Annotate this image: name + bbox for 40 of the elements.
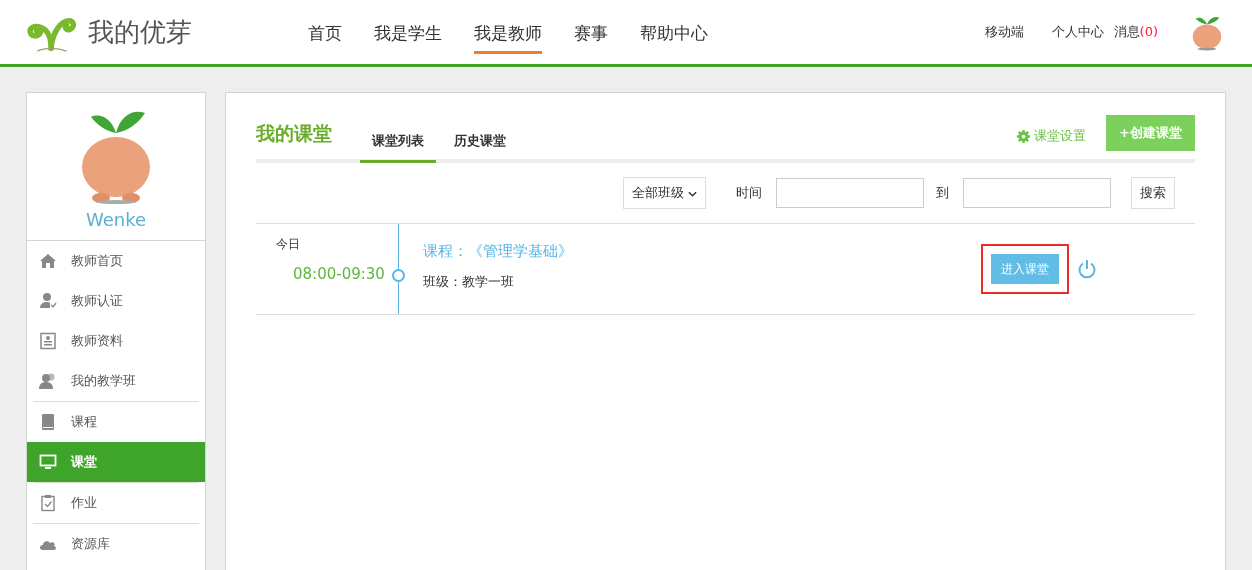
start-time-field[interactable] bbox=[776, 178, 924, 208]
nav-tab[interactable]: 我是学生 bbox=[374, 16, 442, 54]
monitor-icon bbox=[39, 453, 57, 471]
users-icon bbox=[39, 372, 57, 390]
time-label: 时间 bbox=[736, 184, 762, 202]
header-link[interactable]: 个人中心 bbox=[1051, 23, 1104, 41]
time-range: 08:00-09:30 bbox=[293, 265, 386, 283]
sidebar-item[interactable]: 教师资料 bbox=[27, 321, 205, 361]
nav-tab[interactable]: 帮助中心 bbox=[640, 16, 708, 54]
book-icon bbox=[39, 413, 57, 431]
sidebar-item[interactable]: 我的教学班 bbox=[27, 361, 205, 401]
id-card-icon bbox=[39, 332, 57, 350]
to-label: 到 bbox=[936, 184, 949, 202]
sidebar-item[interactable]: 课程 bbox=[27, 402, 205, 442]
home-icon bbox=[39, 252, 57, 270]
sidebar-item[interactable]: 教师认证 bbox=[27, 281, 205, 321]
nav-tab[interactable]: 我是教师 bbox=[474, 16, 542, 54]
sidebar-item[interactable]: 作业 bbox=[27, 483, 205, 523]
chevron-down-icon bbox=[688, 191, 697, 197]
day-label: 今日 bbox=[276, 236, 301, 253]
clipboard-icon bbox=[39, 494, 57, 512]
page-title: 我的课堂 bbox=[256, 121, 332, 146]
class-name: 班级：教学一班 bbox=[423, 273, 515, 291]
messages-link[interactable]: 消息(0) bbox=[1113, 23, 1158, 41]
nav-tab[interactable]: 赛事 bbox=[574, 16, 608, 54]
nav-tab[interactable]: 首页 bbox=[308, 16, 342, 54]
user-check-icon bbox=[39, 292, 57, 310]
tab[interactable]: 课堂列表 bbox=[360, 132, 436, 163]
site-name: 我的优芽 bbox=[88, 15, 192, 49]
username: Wenke bbox=[85, 209, 147, 230]
class-select[interactable]: 全部班级 bbox=[622, 177, 706, 209]
settings-icon bbox=[1016, 128, 1032, 144]
header-link[interactable]: 移动端 bbox=[984, 23, 1024, 41]
tab[interactable]: 历史课堂 bbox=[442, 132, 518, 163]
settings-label: 课堂设置 bbox=[1034, 127, 1087, 145]
sidebar-item[interactable]: 资源库 bbox=[27, 524, 205, 564]
search-button[interactable]: 搜索 bbox=[1131, 177, 1175, 209]
end-time-field[interactable] bbox=[963, 178, 1111, 208]
sidebar-item[interactable]: 教师首页 bbox=[27, 241, 205, 281]
power-icon[interactable] bbox=[1077, 259, 1097, 279]
